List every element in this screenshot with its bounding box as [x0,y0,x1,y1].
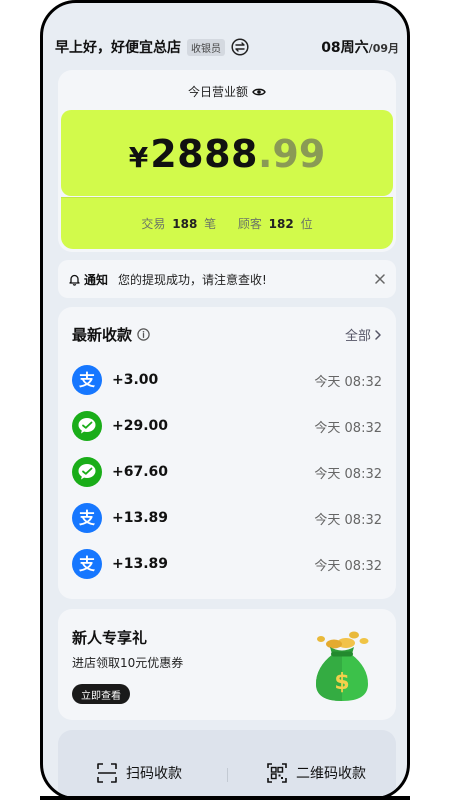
header: 早上好，好便宜总店 收银员 08周六 /09月 [55,36,399,58]
customers-unit: 位 [300,217,313,231]
payment-amount: +13.89 [112,510,169,526]
money-bag-icon: $ [316,631,369,701]
qr-code-icon [267,763,287,783]
wechat-pay-icon [72,457,102,487]
payment-time: 今天 08:32 [314,374,382,390]
payments-card: 最新收款 全部 支 +3.00 今天 08:32 +29.00 今天 08:32… [58,307,396,599]
alipay-icon: 支 [72,365,102,395]
payment-row[interactable]: +67.60 今天 08:32 [72,456,382,488]
trades-unit: 笔 [204,217,217,231]
promo-title: 新人专享礼 [72,629,148,647]
promo-subtitle: 进店领取10元优惠券 [72,656,184,670]
svg-text:支: 支 [78,509,96,528]
amount-integer: 2888 [150,132,258,176]
payments-title: 最新收款 [72,326,133,344]
payment-time: 今天 08:32 [314,512,382,528]
trades-count: 188 [172,217,198,231]
scan-icon [97,763,117,783]
qr-pay-label: 二维码收款 [296,766,366,782]
currency-symbol: ¥ [128,141,149,174]
customers-count: 182 [268,217,294,231]
payment-time: 今天 08:32 [314,420,382,436]
revenue-title: 今日营业额 [187,85,248,99]
qr-pay-button[interactable]: 二维码收款 [266,762,366,784]
phone-frame-bottom [40,796,410,800]
alipay-icon: 支 [72,503,102,533]
payment-row[interactable]: 支 +13.89 今天 08:32 [72,502,382,534]
close-icon[interactable] [374,273,386,285]
payment-time: 今天 08:32 [314,466,382,482]
revenue-amount-panel: ¥ 2888 .99 [61,110,393,196]
payment-amount: +3.00 [112,372,159,388]
greeting: 早上好，好便宜总店 [55,40,181,56]
payment-amount: +29.00 [112,418,169,434]
svg-text:支: 支 [78,371,96,390]
payment-time: 今天 08:32 [314,558,382,574]
role-badge: 收银员 [187,38,225,56]
bottom-bar: 扫码收款 二维码收款 [58,730,396,797]
payments-header: 最新收款 全部 [72,324,382,345]
view-all-link[interactable]: 全部 [345,325,382,344]
revenue-title-row: 今日营业额 [58,83,396,100]
promo-card: 新人专享礼 进店领取10元优惠券 立即查看 $ [58,609,396,720]
revenue-stats: 交易 188 笔 顾客 182 位 [61,215,393,232]
notice-label: 通知 [84,272,109,287]
info-icon[interactable] [137,328,150,341]
date-day: 08周六 [321,40,369,56]
svg-text:支: 支 [78,555,96,574]
view-now-button[interactable]: 立即查看 [72,684,130,704]
switch-icon[interactable] [231,38,249,56]
alipay-icon: 支 [72,549,102,579]
trades-label: 交易 [141,217,166,231]
revenue-card: 今日营业额 ¥ 2888 .99 交易 188 笔 顾客 182 位 [58,70,396,252]
phone-frame: 早上好，好便宜总店 收银员 08周六 /09月 今日营业额 ¥ 2888 .99 [40,0,410,800]
payment-amount: +67.60 [112,464,169,480]
scan-pay-label: 扫码收款 [126,766,182,782]
payment-row[interactable]: 支 +3.00 今天 08:32 [72,364,382,396]
date: 08周六 /09月 [321,37,399,57]
chevron-right-icon [375,329,381,340]
divider [227,768,228,782]
bell-icon [69,274,80,286]
notice-text: 您的提现成功，请注意查收! [118,272,267,287]
eye-icon[interactable] [252,85,266,99]
payment-row[interactable]: +29.00 今天 08:32 [72,410,382,442]
view-all-label: 全部 [344,329,371,344]
customers-label: 顾客 [237,217,262,231]
revenue-stats-panel: 交易 188 笔 顾客 182 位 [61,197,393,249]
date-month: /09月 [368,42,399,55]
notice-bar[interactable]: 通知 您的提现成功，请注意查收! [58,260,396,298]
revenue-amount: ¥ 2888 .99 [61,132,393,176]
wechat-pay-icon [72,411,102,441]
svg-text:$: $ [334,670,349,695]
payment-row[interactable]: 支 +13.89 今天 08:32 [72,548,382,580]
payment-amount: +13.89 [112,556,169,572]
amount-decimal: .99 [257,132,326,176]
scan-pay-button[interactable]: 扫码收款 [96,762,182,784]
